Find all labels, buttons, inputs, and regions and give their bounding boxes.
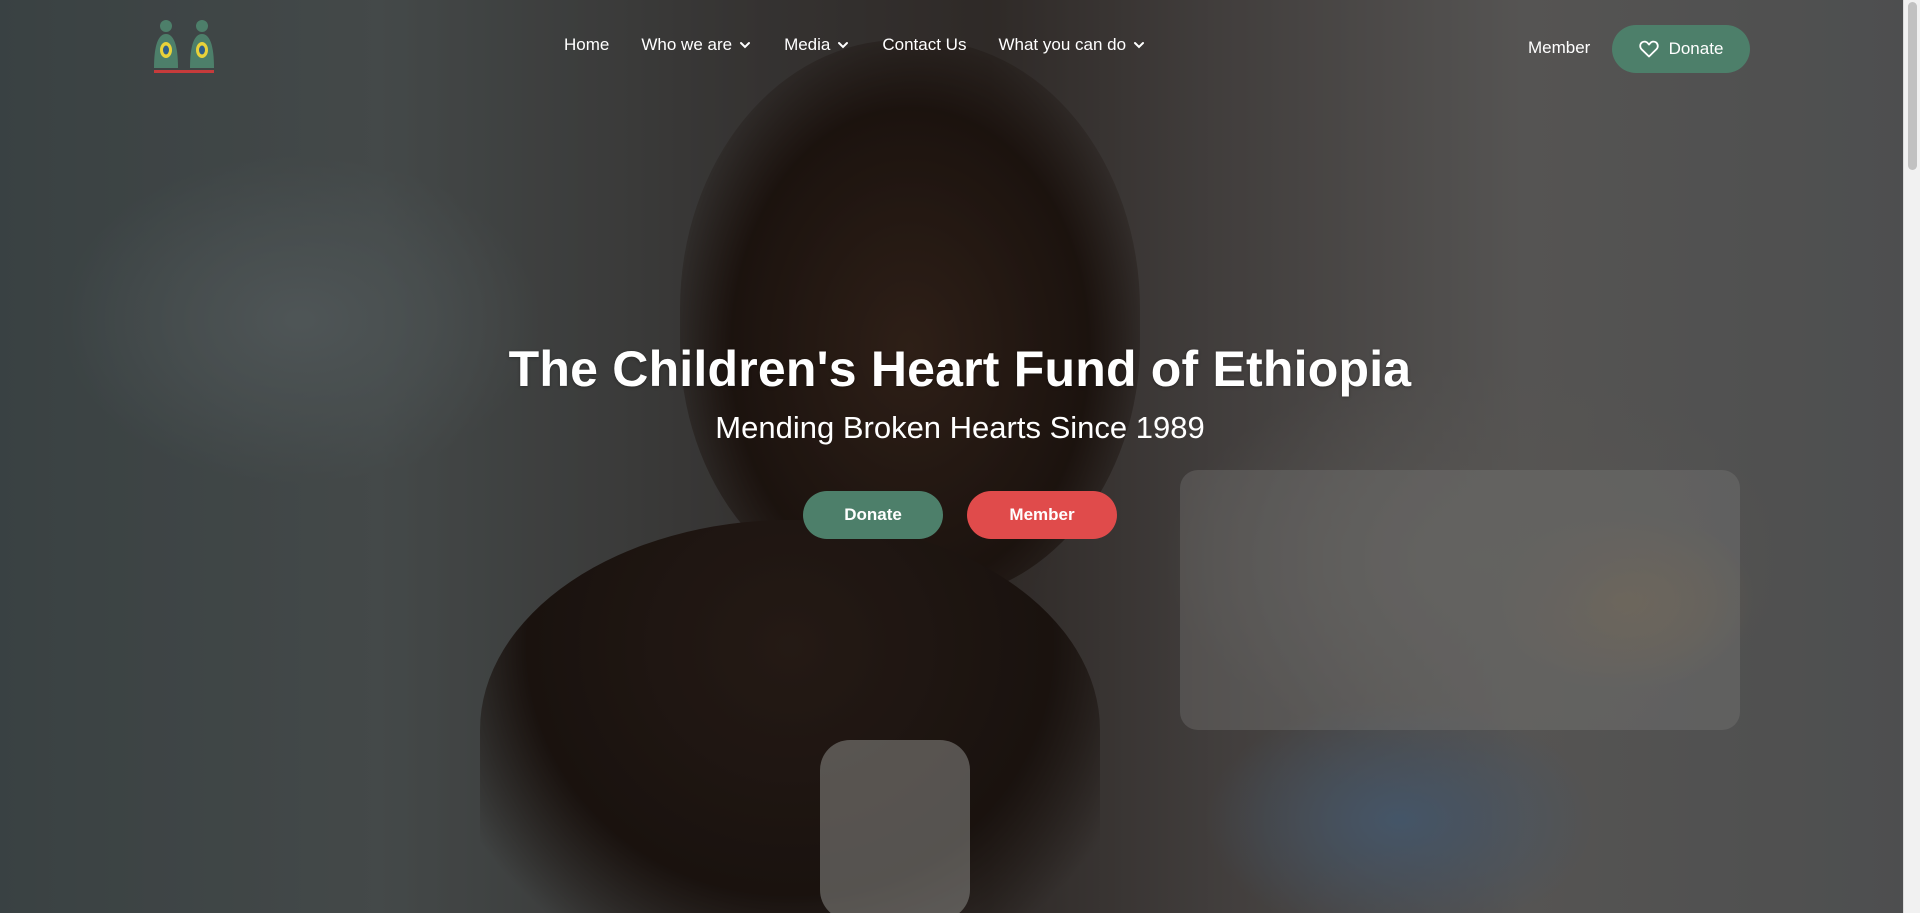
hero-dark-overlay <box>0 0 1903 913</box>
hero-cta-group: Donate Member <box>0 491 1920 539</box>
nav-item-label: Who we are <box>641 35 733 54</box>
chevron-down-icon <box>740 42 751 49</box>
organization-logo-icon[interactable] <box>150 18 218 76</box>
page: Home Who we are Media Contact Us What yo… <box>0 0 1920 913</box>
nav-item-contact-us[interactable]: Contact Us <box>882 35 966 55</box>
header-donate-button[interactable]: Donate <box>1612 25 1750 73</box>
hero-subtitle: Mending Broken Hearts Since 1989 <box>715 410 1205 445</box>
nav-item-what-you-can-do[interactable]: What you can do <box>998 35 1146 55</box>
nav-item-who-we-are[interactable]: Who we are <box>641 35 752 55</box>
main-navigation: Home Who we are Media Contact Us What yo… <box>564 35 1146 55</box>
nav-item-label: What you can do <box>998 35 1127 54</box>
nav-item-label: Media <box>784 35 831 54</box>
header-donate-label: Donate <box>1668 39 1724 58</box>
scrollbar-thumb[interactable] <box>1908 2 1917 170</box>
chevron-down-icon <box>838 42 849 49</box>
site-header: Home Who we are Media Contact Us What yo… <box>0 0 1903 96</box>
heart-icon <box>1638 40 1659 58</box>
hero-section: The Children's Heart Fund of Ethiopia Me… <box>0 340 1920 446</box>
nav-item-home[interactable]: Home <box>564 35 609 55</box>
hero-title: The Children's Heart Fund of Ethiopia <box>508 341 1412 397</box>
hero-member-button[interactable]: Member <box>967 491 1117 539</box>
hero-donate-button[interactable]: Donate <box>803 491 943 539</box>
nav-item-label: Home <box>564 35 610 54</box>
chevron-down-icon <box>1134 42 1145 49</box>
nav-item-label: Contact Us <box>882 35 967 54</box>
nav-item-media[interactable]: Media <box>784 35 850 55</box>
page-scrollbar[interactable] <box>1903 0 1920 913</box>
member-link[interactable]: Member <box>1528 38 1590 58</box>
